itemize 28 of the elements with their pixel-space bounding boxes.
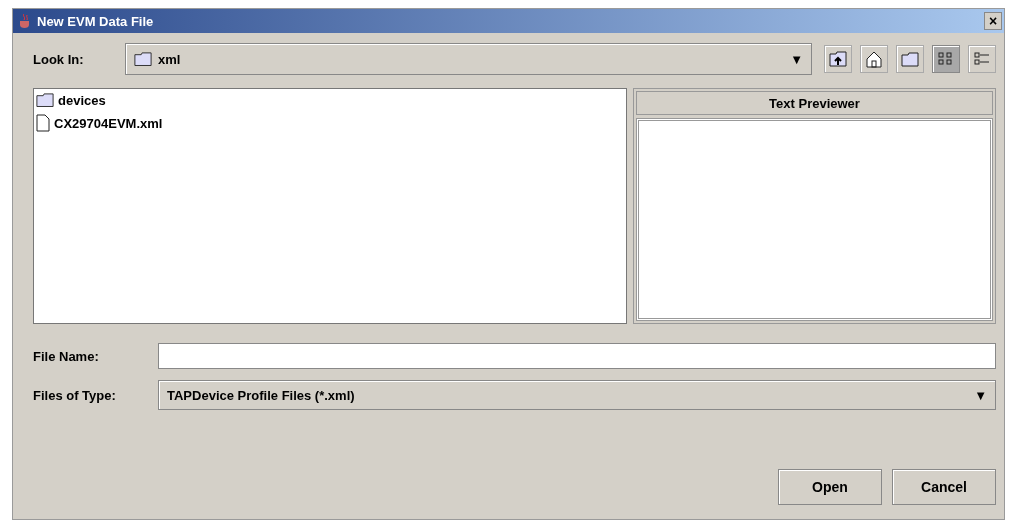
home-icon bbox=[866, 50, 882, 68]
cancel-button[interactable]: Cancel bbox=[892, 469, 996, 505]
file-item[interactable]: devices bbox=[58, 93, 106, 108]
open-button[interactable]: Open bbox=[778, 469, 882, 505]
file-name-label: File Name: bbox=[33, 348, 100, 364]
previewer-title: Text Previewer bbox=[636, 91, 993, 115]
file-type-dropdown[interactable]: TAPDevice Profile Files (*.xml) ▼ bbox=[158, 380, 996, 410]
dropdown-arrow: ▼ bbox=[790, 51, 803, 67]
look-in-label: Look In: bbox=[33, 51, 85, 67]
look-in-value: xml bbox=[158, 51, 182, 67]
file-type-value: TAPDevice Profile Files (*.xml) bbox=[167, 387, 356, 403]
toolbar-button[interactable] bbox=[860, 45, 888, 73]
folder-up-icon bbox=[829, 51, 847, 67]
toolbar-button[interactable] bbox=[932, 45, 960, 73]
close-button[interactable]: × bbox=[984, 12, 1002, 30]
look-in-dropdown[interactable]: xml ▼ bbox=[125, 43, 812, 75]
file-name-field[interactable] bbox=[158, 343, 996, 369]
list-view-icon bbox=[938, 52, 954, 66]
details-view-icon bbox=[974, 52, 990, 66]
folder-icon bbox=[36, 93, 54, 108]
dropdown-arrow: ▼ bbox=[974, 387, 987, 403]
folder-icon bbox=[901, 51, 919, 67]
file-type-label: Files of Type: bbox=[33, 387, 117, 403]
window-title: New EVM Data File bbox=[37, 13, 155, 29]
toolbar-button[interactable] bbox=[824, 45, 852, 73]
folder-icon bbox=[134, 51, 152, 67]
file-icon bbox=[36, 114, 50, 132]
file-item[interactable]: CX29704EVM.xml bbox=[54, 115, 163, 131]
